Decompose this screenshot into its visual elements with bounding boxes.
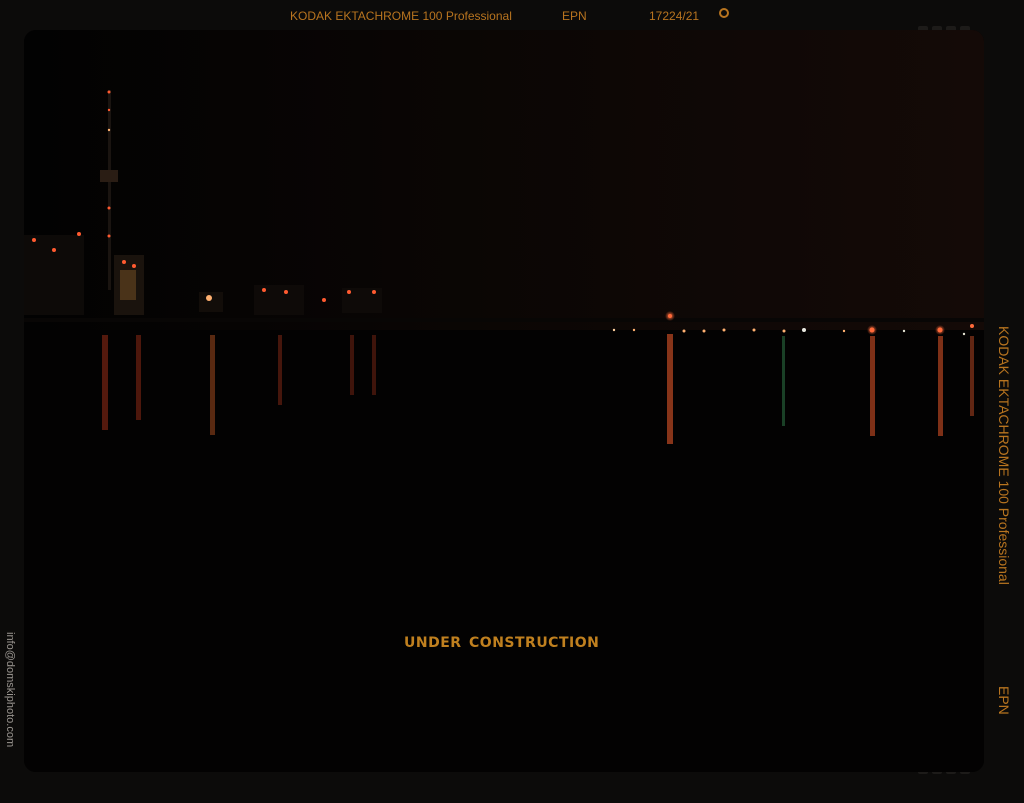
- film-code-label-top: EPN: [562, 9, 587, 23]
- night-skyline-photo: [24, 30, 984, 772]
- film-code-label-side: EPN: [996, 686, 1012, 715]
- frame-number: 17224/21: [649, 9, 700, 23]
- night-skyline-image: [24, 30, 984, 772]
- contact-email-link[interactable]: info@domskiphoto.com: [4, 632, 16, 747]
- film-stock-label-side: KODAK EKTACHROME 100 Professional: [996, 326, 1012, 585]
- film-stock-label-top: KODAK EKTACHROME 100 Professional: [290, 9, 512, 23]
- film-logo-circle-icon: [719, 8, 729, 18]
- under-construction-text: UNDER CONSTRUCTION: [404, 628, 600, 652]
- film-frame: KODAK EKTACHROME 100 Professional EPN 17…: [0, 0, 1024, 803]
